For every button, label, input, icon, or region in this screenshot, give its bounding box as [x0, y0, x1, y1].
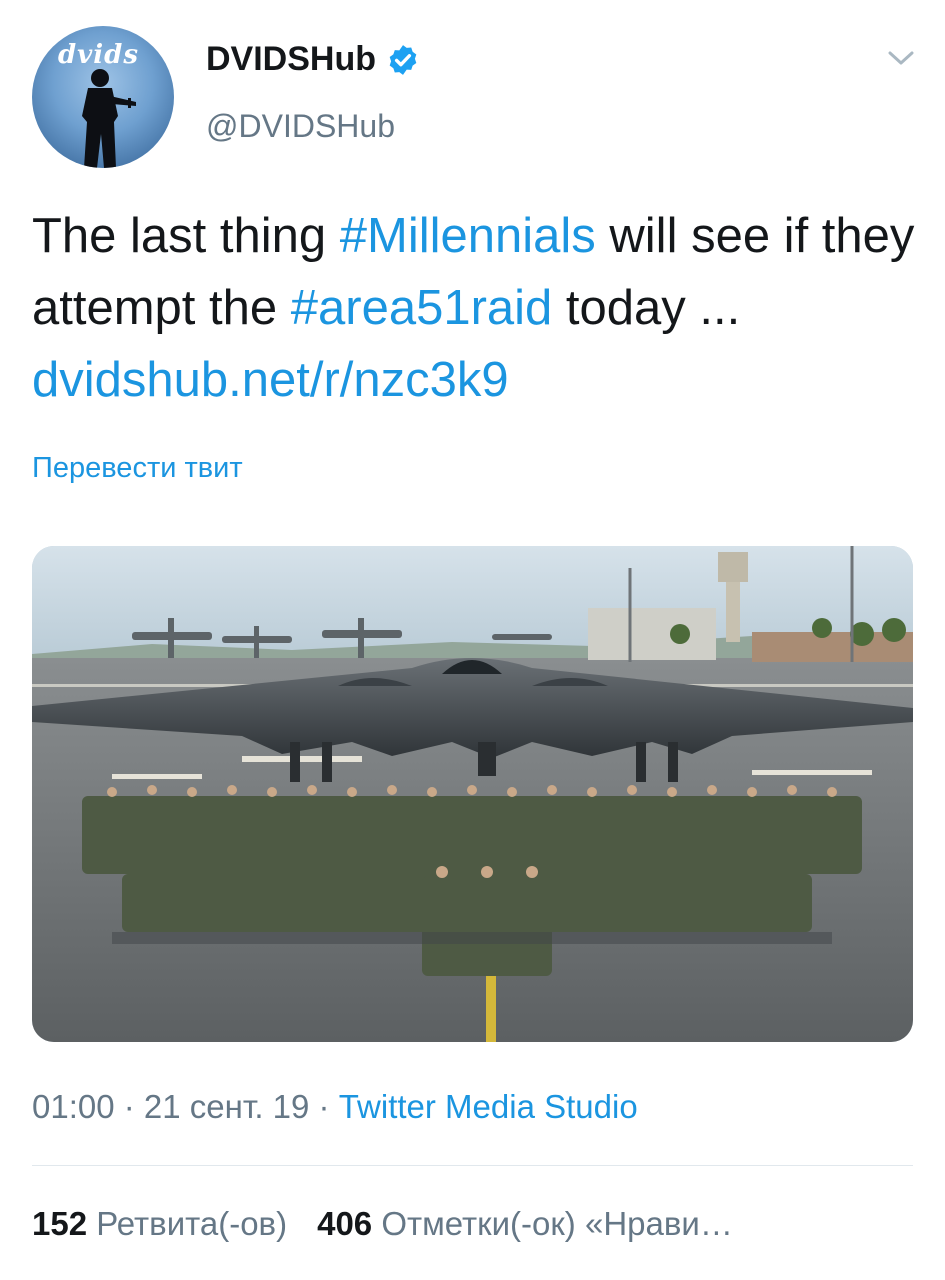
tweet-photo[interactable] [32, 546, 913, 1042]
verified-badge-icon [389, 44, 417, 75]
tweet-text-part: The last thing [32, 209, 340, 263]
tweet-date: 21 сент. 19 [143, 1088, 310, 1125]
tweet-time: 01:00 [32, 1088, 115, 1125]
retweets-label: Ретвита(-ов) [96, 1205, 288, 1242]
display-name[interactable]: DVIDSHub [206, 40, 420, 79]
hashtag-link[interactable]: #Millennials [340, 209, 596, 263]
hashtag-link[interactable]: #area51raid [291, 281, 553, 335]
meta-separator: · [309, 1088, 339, 1125]
chevron-down-icon[interactable] [887, 48, 915, 68]
divider [32, 1165, 913, 1166]
likes-count: 406 [317, 1205, 373, 1242]
retweets-count: 152 [32, 1205, 88, 1242]
photo-illustration [32, 546, 913, 1042]
likes-label: Отметки(-ок) «Нрави… [381, 1205, 733, 1242]
user-handle[interactable]: @DVIDSHub [206, 108, 395, 145]
tweet-text: The last thing #Millennials will see if … [32, 200, 922, 416]
meta-separator: · [114, 1088, 144, 1125]
retweets-stat[interactable]: 152 Ретвита(-ов) [32, 1205, 287, 1242]
soldier-silhouette-icon [82, 69, 136, 168]
tweet-meta: 01:00 · 21 сент. 19 · Twitter Media Stud… [32, 1088, 638, 1126]
tweet-text-part: today ... [552, 281, 741, 335]
likes-stat[interactable]: 406 Отметки(-ок) «Нрави… [317, 1205, 733, 1242]
tweet-stats: 152 Ретвита(-ов) 406 Отметки(-ок) «Нрави… [32, 1205, 733, 1243]
tweet-source-link[interactable]: Twitter Media Studio [339, 1088, 638, 1125]
display-name-text[interactable]: DVIDSHub [206, 40, 376, 79]
url-link[interactable]: dvidshub.net/r/nzc3k9 [32, 353, 509, 407]
avatar[interactable]: dvids [32, 26, 174, 168]
translate-tweet-link[interactable]: Перевести твит [32, 452, 243, 485]
